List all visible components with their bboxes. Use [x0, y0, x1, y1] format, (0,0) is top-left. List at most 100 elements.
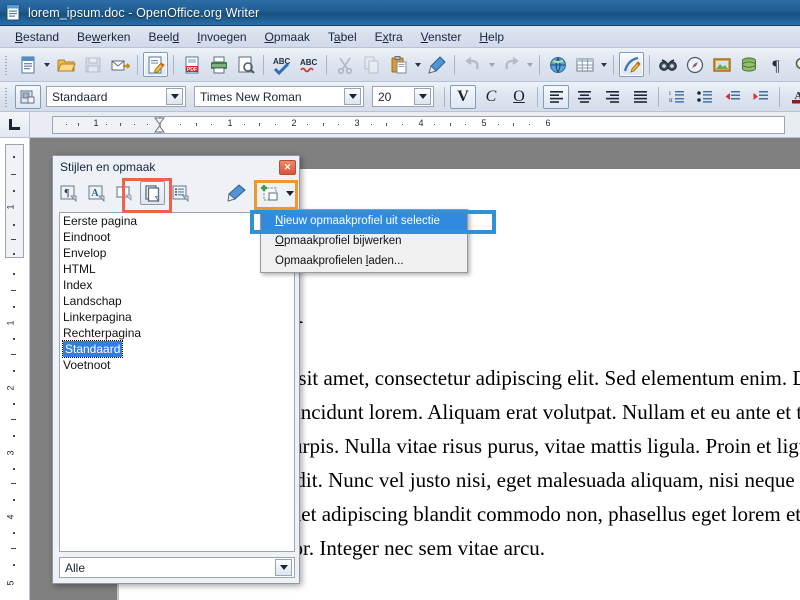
font-size-value: 20: [378, 89, 392, 104]
list-styles-icon[interactable]: [168, 181, 193, 205]
menu-new-style-from-selection[interactable]: Nieuw opmaakprofiel uit selectie: [261, 211, 467, 231]
menu-venster[interactable]: Venster: [412, 28, 471, 46]
hyperlink-icon[interactable]: [545, 52, 570, 77]
zoom-icon[interactable]: [790, 52, 800, 77]
menu-opmaak[interactable]: Opmaak: [256, 28, 319, 46]
print-preview-icon[interactable]: [233, 52, 258, 77]
navigator-icon[interactable]: [682, 52, 707, 77]
toolbar-separator: [539, 54, 540, 75]
fill-format-mode-icon[interactable]: [224, 181, 249, 205]
formatting-marks-icon[interactable]: ¶: [763, 52, 788, 77]
toolbar-separator: [658, 86, 659, 107]
new-style-dropdown-icon[interactable]: [283, 181, 296, 205]
menu-beeld[interactable]: Beeld: [139, 28, 188, 46]
decrease-indent-icon[interactable]: [720, 85, 746, 109]
list-item-selected[interactable]: Standaard: [61, 340, 124, 358]
list-item[interactable]: Linkerpagina: [60, 309, 294, 325]
menu-invoegen[interactable]: Invoegen: [188, 28, 255, 46]
redo-icon[interactable]: [498, 52, 523, 77]
email-document-icon[interactable]: [107, 52, 132, 77]
italic-button[interactable]: C: [478, 85, 504, 109]
horizontal-ruler[interactable]: 1 1 2 3 4 5 6: [30, 112, 800, 138]
new-document-dropdown-icon[interactable]: [41, 52, 52, 77]
paste-icon[interactable]: [386, 52, 411, 77]
menu-bewerken[interactable]: Bewerken: [68, 28, 139, 46]
list-item[interactable]: Voetnoot: [60, 357, 294, 373]
font-name-value: Times New Roman: [200, 89, 302, 104]
find-replace-icon[interactable]: [655, 52, 680, 77]
undo-dropdown-icon[interactable]: [486, 52, 497, 77]
insert-table-dropdown-icon[interactable]: [598, 52, 609, 77]
new-document-icon[interactable]: [15, 52, 40, 77]
vruler-margin-segment: [5, 144, 24, 258]
vertical-ruler[interactable]: 1 1 2 3 4 5: [0, 138, 30, 600]
paste-dropdown-icon[interactable]: [412, 52, 423, 77]
font-name-dropdown-icon[interactable]: [344, 88, 361, 105]
list-item[interactable]: Eerste pagina: [60, 213, 294, 229]
underline-button[interactable]: O: [506, 85, 532, 109]
ruler-tick-label: 3: [354, 118, 360, 128]
save-icon[interactable]: [80, 52, 105, 77]
menu-load-styles[interactable]: Opmaakprofielen laden...: [261, 251, 467, 271]
toolbar-grip[interactable]: [2, 85, 11, 108]
new-style-dropdown-menu[interactable]: Nieuw opmaakprofiel uit selectie Opmaakp…: [260, 209, 468, 273]
list-item[interactable]: Rechterpagina: [60, 325, 294, 341]
ordered-list-icon[interactable]: I II: [664, 85, 690, 109]
copy-icon[interactable]: [359, 52, 384, 77]
font-size-combobox[interactable]: 20: [372, 86, 434, 107]
show-draw-functions-icon[interactable]: [619, 52, 644, 77]
align-justify-icon[interactable]: [627, 85, 653, 109]
close-icon[interactable]: ✕: [279, 159, 296, 175]
export-pdf-icon[interactable]: PDF: [179, 52, 204, 77]
list-item[interactable]: Index: [60, 277, 294, 293]
autospellcheck-icon[interactable]: ABC: [296, 52, 321, 77]
cut-icon[interactable]: [332, 52, 357, 77]
font-size-dropdown-icon[interactable]: [414, 88, 431, 105]
toolbar-separator: [173, 54, 174, 75]
open-folder-icon[interactable]: [53, 52, 78, 77]
menu-help[interactable]: Help: [470, 28, 513, 46]
bold-button[interactable]: V: [450, 84, 476, 109]
ruler-corner-tabstop[interactable]: [0, 112, 30, 138]
font-name-combobox[interactable]: Times New Roman: [194, 86, 364, 107]
styles-filter-dropdown-icon[interactable]: [275, 559, 292, 576]
data-sources-icon[interactable]: [736, 52, 761, 77]
clone-formatting-icon[interactable]: [424, 52, 449, 77]
gallery-icon[interactable]: [709, 52, 734, 77]
page-styles-icon[interactable]: [140, 181, 165, 205]
toolbar-separator: [613, 54, 614, 75]
indent-marker[interactable]: [154, 117, 165, 133]
redo-dropdown-icon[interactable]: [524, 52, 535, 77]
list-item[interactable]: Envelop: [60, 245, 294, 261]
styles-filter-combobox[interactable]: Alle: [59, 557, 295, 578]
toolbar-grip[interactable]: [2, 53, 11, 76]
insert-table-icon[interactable]: [572, 52, 597, 77]
paragraph-styles-icon[interactable]: ¶: [56, 181, 81, 205]
frame-styles-icon[interactable]: [112, 181, 137, 205]
increase-indent-icon[interactable]: [748, 85, 774, 109]
unordered-list-icon[interactable]: [692, 85, 718, 109]
list-item[interactable]: HTML: [60, 261, 294, 277]
character-styles-icon[interactable]: A: [84, 181, 109, 205]
font-color-icon[interactable]: A: [785, 85, 800, 109]
apply-style-icon[interactable]: [15, 84, 41, 109]
menu-update-style[interactable]: Opmaakprofiel bijwerken: [261, 231, 467, 251]
ruler-margin-segment: [52, 116, 160, 134]
align-center-icon[interactable]: [571, 85, 597, 109]
align-right-icon[interactable]: [599, 85, 625, 109]
menu-extra[interactable]: Extra: [366, 28, 412, 46]
list-item[interactable]: Eindnoot: [60, 229, 294, 245]
new-style-from-selection-icon[interactable]: [257, 181, 283, 205]
vruler-tick-label: 2: [5, 385, 16, 391]
undo-icon[interactable]: [460, 52, 485, 77]
list-item[interactable]: Landschap: [60, 293, 294, 309]
menu-bestand[interactable]: Bestand: [6, 28, 68, 46]
print-icon[interactable]: [206, 52, 231, 77]
toolbar-separator: [326, 54, 327, 75]
edit-file-icon[interactable]: [143, 52, 168, 77]
paragraph-style-dropdown-icon[interactable]: [166, 88, 183, 105]
spellcheck-icon[interactable]: ABC: [269, 52, 294, 77]
paragraph-style-combobox[interactable]: Standaard: [46, 86, 186, 107]
menu-tabel[interactable]: Tabel: [319, 28, 366, 46]
align-left-icon[interactable]: [543, 84, 569, 109]
